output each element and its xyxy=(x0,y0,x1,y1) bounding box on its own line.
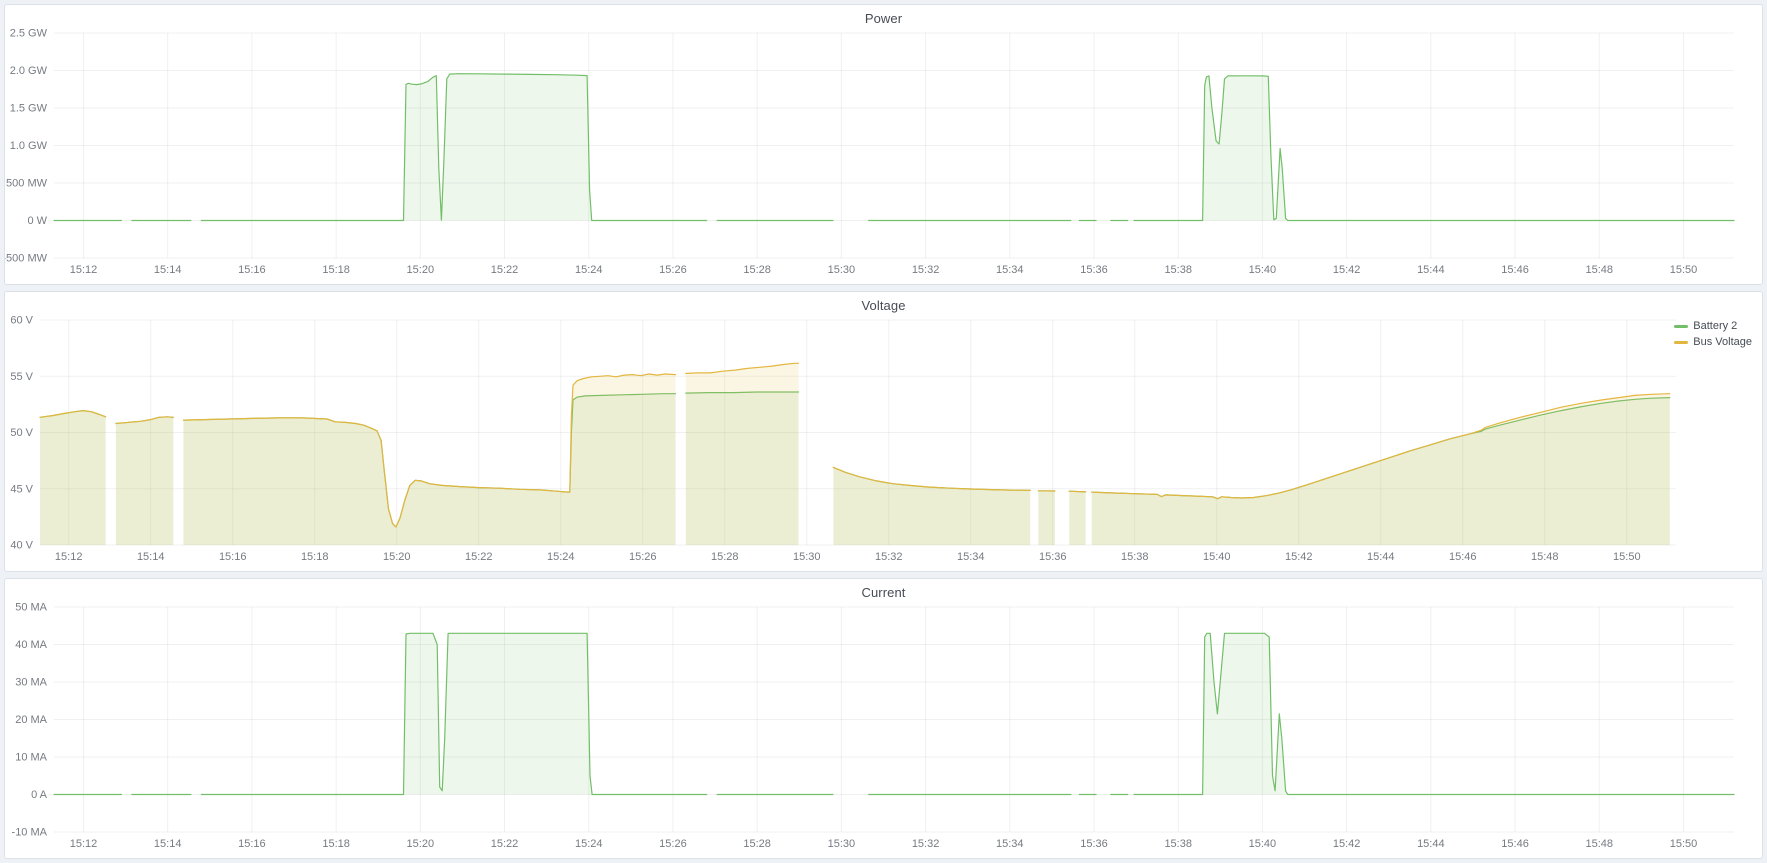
x-tick-label: 15:48 xyxy=(1531,551,1559,563)
x-tick-label: 15:18 xyxy=(322,264,350,276)
x-tick-label: 15:36 xyxy=(1039,551,1067,563)
x-tick-label: 15:42 xyxy=(1333,264,1361,276)
y-tick-label: 30 MA xyxy=(15,677,47,689)
x-tick-label: 15:24 xyxy=(575,264,603,276)
x-tick-label: 15:16 xyxy=(219,551,247,563)
x-tick-label: 15:50 xyxy=(1613,551,1641,563)
y-tick-label: 45 V xyxy=(10,483,33,495)
x-tick-label: 15:46 xyxy=(1501,838,1529,850)
x-tick-label: 15:32 xyxy=(875,551,903,563)
x-tick-label: 15:20 xyxy=(383,551,411,563)
x-tick-label: 15:30 xyxy=(828,838,856,850)
panel-title: Voltage xyxy=(861,298,905,313)
voltage-chart: 60 V55 V50 V45 V40 V15:1215:1415:1615:18… xyxy=(5,292,1762,571)
y-tick-label: 0 W xyxy=(27,215,47,227)
y-tick-label: 40 V xyxy=(10,540,33,552)
x-tick-label: 15:18 xyxy=(322,838,350,850)
x-tick-label: 15:44 xyxy=(1417,838,1445,850)
x-tick-label: 15:14 xyxy=(154,264,182,276)
x-tick-label: 15:50 xyxy=(1670,838,1698,850)
x-tick-label: 15:42 xyxy=(1285,551,1313,563)
y-tick-label: 1.5 GW xyxy=(10,103,48,115)
x-tick-label: 15:18 xyxy=(301,551,329,563)
x-tick-label: 15:20 xyxy=(407,838,435,850)
panel-title: Power xyxy=(865,11,902,26)
x-tick-label: 15:32 xyxy=(912,838,940,850)
x-tick-label: 15:12 xyxy=(55,551,83,563)
x-tick-label: 15:48 xyxy=(1585,838,1613,850)
y-tick-label: 10 MA xyxy=(15,752,47,764)
x-tick-label: 15:16 xyxy=(238,838,266,850)
y-tick-label: 0 A xyxy=(31,789,48,801)
x-tick-label: 15:44 xyxy=(1417,264,1445,276)
x-tick-label: 15:24 xyxy=(575,838,603,850)
y-tick-label: 500 MW xyxy=(6,178,48,190)
panel-header-voltage[interactable]: Voltage xyxy=(5,292,1762,318)
y-tick-label: -500 MW xyxy=(5,253,48,265)
x-tick-label: 15:26 xyxy=(659,264,687,276)
x-tick-label: 15:12 xyxy=(70,838,98,850)
legend-item-battery-2[interactable]: Battery 2 xyxy=(1674,320,1752,333)
dashboard: Power 2.5 GW2.0 GW1.5 GW1.0 GW500 MW0 W-… xyxy=(0,0,1767,863)
y-tick-label: 1.0 GW xyxy=(10,140,48,152)
x-tick-label: 15:40 xyxy=(1249,838,1277,850)
x-tick-label: 15:22 xyxy=(491,838,519,850)
x-tick-label: 15:38 xyxy=(1121,551,1149,563)
x-tick-label: 15:16 xyxy=(238,264,266,276)
panel-current: Current 50 MA40 MA30 MA20 MA10 MA0 A-10 … xyxy=(4,578,1763,859)
x-tick-label: 15:34 xyxy=(996,264,1024,276)
x-tick-label: 15:44 xyxy=(1367,551,1395,563)
legend-item-bus-voltage[interactable]: Bus Voltage xyxy=(1674,336,1752,349)
y-tick-label: 20 MA xyxy=(15,714,47,726)
panel-header-power[interactable]: Power xyxy=(5,5,1762,31)
x-tick-label: 15:46 xyxy=(1449,551,1477,563)
x-tick-label: 15:14 xyxy=(137,551,165,563)
legend: Battery 2 Bus Voltage xyxy=(1674,320,1752,349)
x-tick-label: 15:22 xyxy=(491,264,519,276)
y-tick-label: 2.0 GW xyxy=(10,65,48,77)
x-tick-label: 15:26 xyxy=(659,838,687,850)
panel-header-current[interactable]: Current xyxy=(5,579,1762,605)
legend-swatch xyxy=(1674,341,1688,344)
x-tick-label: 15:48 xyxy=(1585,264,1613,276)
x-tick-label: 15:36 xyxy=(1080,264,1108,276)
y-tick-label: 40 MA xyxy=(15,639,47,651)
power-plot-area[interactable] xyxy=(54,33,1734,258)
x-tick-label: 15:30 xyxy=(828,264,856,276)
y-tick-label: 55 V xyxy=(10,371,33,383)
x-tick-label: 15:14 xyxy=(154,838,182,850)
x-tick-label: 15:24 xyxy=(547,551,575,563)
x-tick-label: 15:46 xyxy=(1501,264,1529,276)
panel-power: Power 2.5 GW2.0 GW1.5 GW1.0 GW500 MW0 W-… xyxy=(4,4,1763,285)
y-tick-label: 50 V xyxy=(10,427,33,439)
x-tick-label: 15:28 xyxy=(743,264,771,276)
x-tick-label: 15:20 xyxy=(407,264,435,276)
x-tick-label: 15:32 xyxy=(912,264,940,276)
x-tick-label: 15:50 xyxy=(1670,264,1698,276)
x-tick-label: 15:40 xyxy=(1249,264,1277,276)
x-tick-label: 15:38 xyxy=(1164,838,1192,850)
x-tick-label: 15:40 xyxy=(1203,551,1231,563)
voltage-plot-area[interactable] xyxy=(40,320,1676,545)
x-tick-label: 15:34 xyxy=(996,838,1024,850)
x-tick-label: 15:34 xyxy=(957,551,985,563)
current-plot-area[interactable] xyxy=(54,607,1734,832)
x-tick-label: 15:26 xyxy=(629,551,657,563)
power-chart: 2.5 GW2.0 GW1.5 GW1.0 GW500 MW0 W-500 MW… xyxy=(5,5,1762,284)
x-tick-label: 15:28 xyxy=(743,838,771,850)
x-tick-label: 15:38 xyxy=(1164,264,1192,276)
current-chart: 50 MA40 MA30 MA20 MA10 MA0 A-10 MA15:121… xyxy=(5,579,1762,858)
x-tick-label: 15:28 xyxy=(711,551,739,563)
x-tick-label: 15:36 xyxy=(1080,838,1108,850)
legend-label: Battery 2 xyxy=(1693,320,1737,333)
y-tick-label: -10 MA xyxy=(12,827,48,839)
panel-title: Current xyxy=(861,585,905,600)
x-tick-label: 15:30 xyxy=(793,551,821,563)
x-tick-label: 15:12 xyxy=(70,264,98,276)
x-tick-label: 15:42 xyxy=(1333,838,1361,850)
legend-label: Bus Voltage xyxy=(1693,336,1752,349)
x-tick-label: 15:22 xyxy=(465,551,493,563)
legend-swatch xyxy=(1674,325,1688,328)
panel-voltage: Voltage 60 V55 V50 V45 V40 V15:1215:1415… xyxy=(4,291,1763,572)
